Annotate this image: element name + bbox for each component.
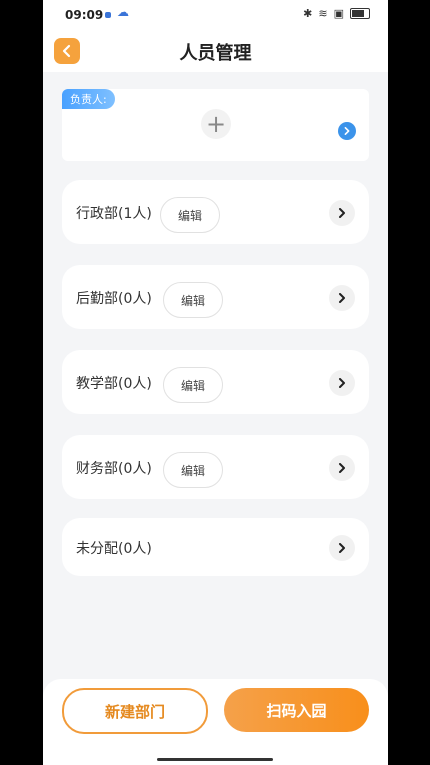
cloud-icon: ☁ [117,5,129,19]
bluetooth-icon: ✱ [303,7,313,20]
department-name: 未分配(0人) [76,541,152,557]
department-name: 后勤部(0人) [76,291,152,307]
department-row[interactable]: 后勤部(0人) 编辑 [62,265,369,329]
chevron-right-icon[interactable] [329,370,355,396]
scan-join-button[interactable]: 扫码入园 [224,688,369,732]
department-name: 行政部(1人) [76,206,152,222]
chevron-right-icon[interactable] [329,200,355,226]
chevron-right-icon[interactable] [329,535,355,561]
battery-icon [350,8,370,19]
new-department-button[interactable]: 新建部门 [62,688,208,734]
department-row[interactable]: 教学部(0人) 编辑 [62,350,369,414]
clock: 09:09 [65,8,104,22]
status-bar: 09:09 ☁ ✱ ≋ ▣ [43,0,388,30]
bottom-action-bar: 新建部门 扫码入园 [43,679,388,765]
header: 人员管理 [43,30,388,72]
status-icons: ✱ ≋ ▣ [303,7,370,20]
phone-screen: 09:09 ☁ ✱ ≋ ▣ 人员管理 负责人: + 行政部(1人) 编辑 后勤部… [43,0,388,765]
leader-card: 负责人: + [62,89,369,161]
page-title: 人员管理 [179,43,252,64]
chevron-right-icon[interactable] [329,455,355,481]
plus-icon: + [205,110,227,138]
edit-button[interactable]: 编辑 [160,197,220,233]
home-indicator [157,758,273,761]
department-name: 财务部(0人) [76,461,152,477]
wifi-icon: ≋ [318,7,328,20]
app-notification-icon [105,12,111,18]
edit-button[interactable]: 编辑 [163,367,223,403]
department-row[interactable]: 财务部(0人) 编辑 [62,435,369,499]
leader-arrow-button[interactable] [338,122,356,140]
department-name: 教学部(0人) [76,376,152,392]
sim-icon: ▣ [333,7,344,20]
leader-tag: 负责人: [62,89,115,109]
chevron-right-icon [344,127,350,135]
edit-button[interactable]: 编辑 [163,452,223,488]
add-leader-button[interactable]: + [201,109,231,139]
department-row[interactable]: 行政部(1人) 编辑 [62,180,369,244]
department-row[interactable]: 未分配(0人) [62,518,369,576]
edit-button[interactable]: 编辑 [163,282,223,318]
chevron-right-icon[interactable] [329,285,355,311]
